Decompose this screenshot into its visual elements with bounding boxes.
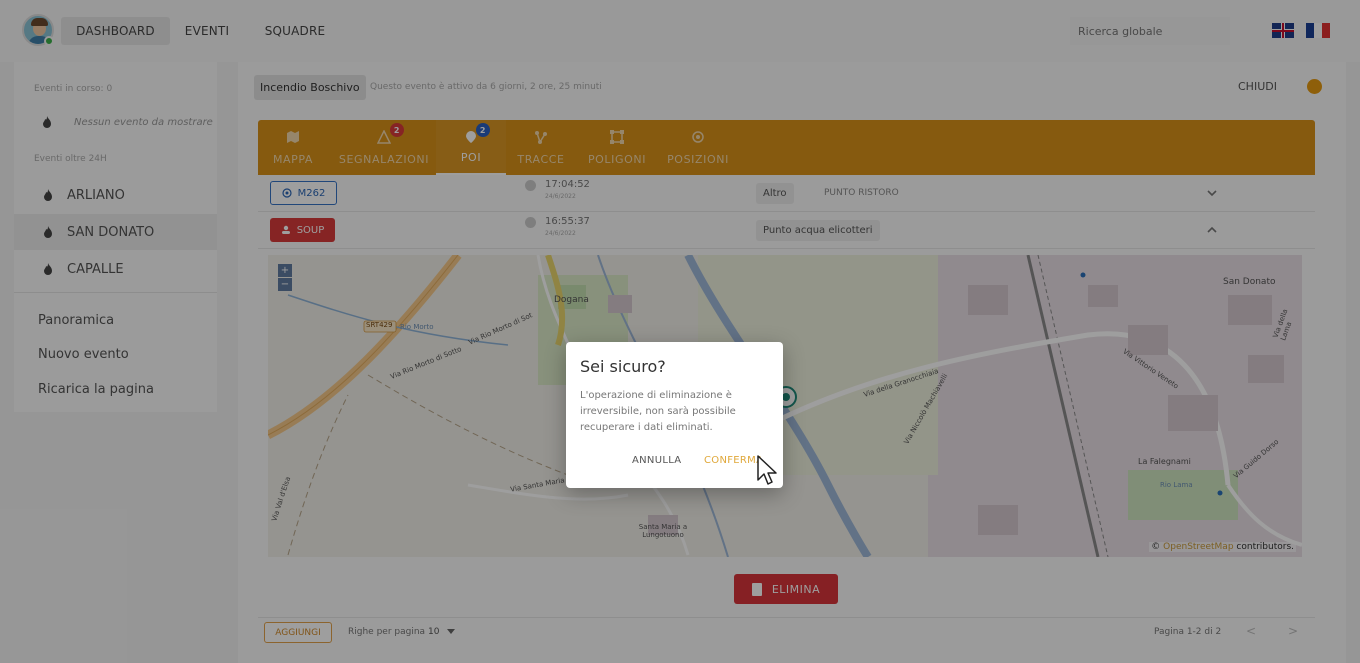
cancel-button[interactable]: ANNULLA: [632, 455, 681, 466]
dialog-body: L'operazione di eliminazione è irreversi…: [580, 390, 736, 433]
dialog-title: Sei sicuro?: [580, 357, 666, 376]
confirm-button[interactable]: CONFERMA: [704, 455, 763, 466]
mouse-cursor-icon: [757, 455, 777, 485]
modal-backdrop[interactable]: [0, 0, 1360, 663]
confirm-dialog: Sei sicuro? L'operazione di eliminazione…: [566, 342, 783, 488]
